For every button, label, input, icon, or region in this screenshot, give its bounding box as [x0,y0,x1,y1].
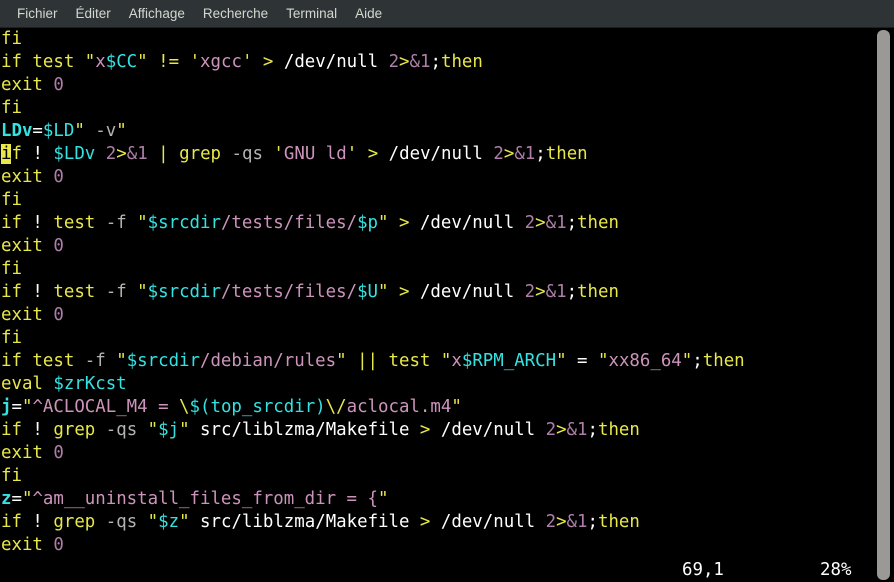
editor-line: if test "x$CC" != 'xgcc' > /dev/null 2>&… [1,52,483,72]
menu-editer[interactable]: Éditer [67,3,120,24]
editor-line: exit 0 [1,75,64,95]
scroll-percent-indicator: 28% [820,560,852,580]
editor-line: exit 0 [1,167,64,187]
editor-line-with-cursor: if ! $LDv 2>&1 | grep -qs 'GNU ld' > /de… [1,144,588,164]
editor-line: LDv=$LD" -v" [1,121,127,141]
text-cursor: i [1,144,12,164]
menu-terminal[interactable]: Terminal [277,3,346,24]
menu-bar: Fichier Éditer Affichage Recherche Termi… [0,0,894,28]
menu-fichier[interactable]: Fichier [8,3,67,24]
editor-line: fi [1,190,22,210]
editor-line: eval $zrKcst [1,374,127,394]
editor-line: fi [1,466,22,486]
scrollbar-thumb[interactable] [877,30,890,580]
editor-line: if ! grep -qs "$j" src/liblzma/Makefile … [1,420,640,440]
editor-line: exit 0 [1,535,64,555]
editor-line: exit 0 [1,305,64,325]
editor-line: z="^am__uninstall_files_from_dir = {" [1,489,389,509]
scrollbar-track[interactable] [873,28,894,582]
editor-line: if test -f "$srcdir/debian/rules" || tes… [1,351,745,371]
editor-line: fi [1,328,22,348]
status-bar: 69,1 28% [0,558,873,582]
terminal-window: Fichier Éditer Affichage Recherche Termi… [0,0,894,582]
cursor-position-indicator: 69,1 [682,560,724,580]
editor-line: exit 0 [1,236,64,256]
editor-line: if ! test -f "$srcdir/tests/files/$p" > … [1,213,619,233]
menu-recherche[interactable]: Recherche [194,3,277,24]
editor-line: j="^ACLOCAL_M4 = \$(top_srcdir)\/aclocal… [1,397,462,417]
editor-line: fi [1,29,22,49]
editor-text-area[interactable]: fi if test "x$CC" != 'xgcc' > /dev/null … [0,28,873,582]
editor-line: fi [1,98,22,118]
editor-line: if ! grep -qs "$z" src/liblzma/Makefile … [1,512,640,532]
editor-line: if ! test -f "$srcdir/tests/files/$U" > … [1,282,619,302]
menu-aide[interactable]: Aide [346,3,391,24]
menu-affichage[interactable]: Affichage [120,3,194,24]
editor-line: fi [1,259,22,279]
editor-line: exit 0 [1,443,64,463]
